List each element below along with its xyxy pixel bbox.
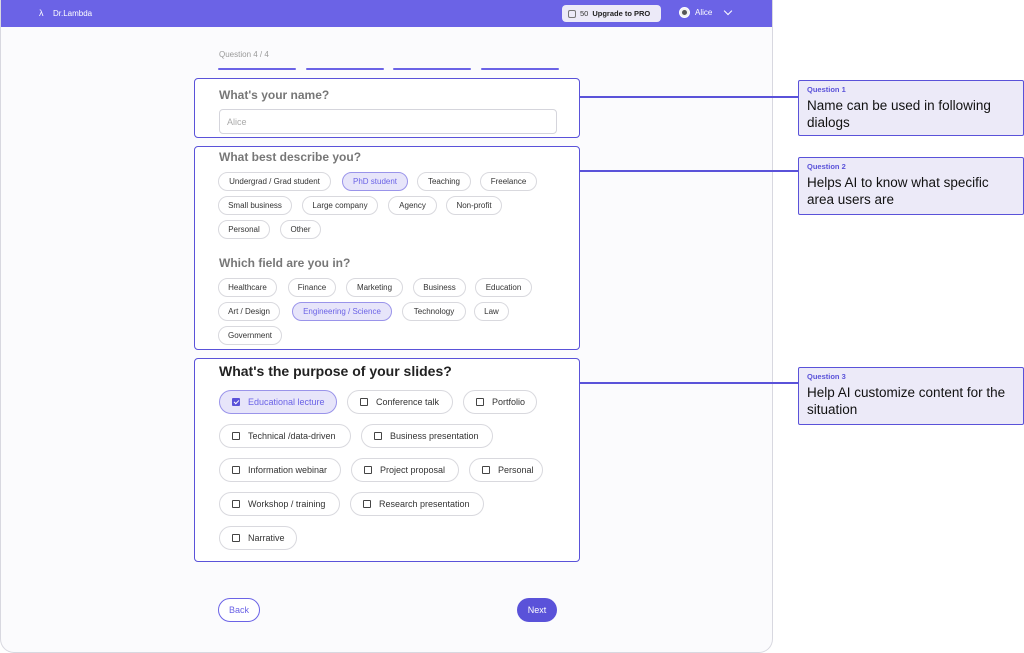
option-label: Information webinar bbox=[248, 465, 328, 475]
app-window: λ Dr.Lambda 50 Upgrade to PRO Alice Ques… bbox=[0, 0, 773, 653]
annotation-tag: Question 3 bbox=[807, 372, 846, 381]
connector-line-1 bbox=[580, 96, 798, 98]
chip-undergrad[interactable]: Undergrad / Grad student bbox=[218, 172, 331, 191]
option-label: Workshop / training bbox=[248, 499, 326, 509]
option-narrative[interactable]: Narrative bbox=[219, 526, 297, 550]
chip-personal[interactable]: Personal bbox=[218, 220, 270, 239]
option-conference-talk[interactable]: Conference talk bbox=[347, 390, 453, 414]
profile-question-card: What best describe you? Undergrad / Grad… bbox=[194, 146, 580, 350]
progress-step-1 bbox=[218, 68, 296, 70]
option-research-presentation[interactable]: Research presentation bbox=[350, 492, 484, 516]
credits-icon bbox=[568, 9, 576, 18]
upgrade-button[interactable]: 50 Upgrade to PRO bbox=[562, 5, 661, 22]
option-workshop-training[interactable]: Workshop / training bbox=[219, 492, 340, 516]
chip-finance[interactable]: Finance bbox=[288, 278, 336, 297]
name-input[interactable]: Alice bbox=[219, 109, 557, 134]
top-bar: λ Dr.Lambda 50 Upgrade to PRO Alice bbox=[1, 0, 772, 27]
option-label: Personal bbox=[498, 465, 534, 475]
option-label: Technical /data-driven bbox=[248, 431, 336, 441]
chevron-down-icon bbox=[724, 6, 733, 15]
chip-technology[interactable]: Technology bbox=[402, 302, 466, 321]
next-button[interactable]: Next bbox=[517, 598, 557, 622]
lambda-logo-icon: λ bbox=[39, 8, 44, 18]
option-project-proposal[interactable]: Project proposal bbox=[351, 458, 459, 482]
connector-line-2 bbox=[580, 170, 798, 172]
progress-step-4 bbox=[481, 68, 559, 70]
upgrade-label: Upgrade to PRO bbox=[592, 9, 651, 18]
chip-art-design[interactable]: Art / Design bbox=[218, 302, 280, 321]
checkbox-icon bbox=[482, 466, 490, 474]
annotation-question-3: Question 3 Help AI customize content for… bbox=[798, 367, 1024, 425]
chip-healthcare[interactable]: Healthcare bbox=[218, 278, 277, 297]
option-label: Narrative bbox=[248, 533, 285, 543]
checkbox-checked-icon bbox=[232, 398, 240, 406]
chip-agency[interactable]: Agency bbox=[388, 196, 437, 215]
checkbox-icon bbox=[374, 432, 382, 440]
option-technical[interactable]: Technical /data-driven bbox=[219, 424, 351, 448]
annotation-tag: Question 2 bbox=[807, 162, 846, 171]
option-label: Research presentation bbox=[379, 499, 470, 509]
user-name: Alice bbox=[695, 8, 713, 17]
back-button[interactable]: Back bbox=[218, 598, 260, 622]
checkbox-icon bbox=[232, 500, 240, 508]
checkbox-icon bbox=[232, 466, 240, 474]
annotation-text: Help AI customize content for the situat… bbox=[807, 385, 1006, 417]
annotation-tag: Question 1 bbox=[807, 85, 846, 94]
option-personal[interactable]: Personal bbox=[469, 458, 543, 482]
chip-freelance[interactable]: Freelance bbox=[480, 172, 537, 191]
field-question-title: Which field are you in? bbox=[219, 256, 351, 270]
avatar bbox=[679, 7, 690, 18]
chip-business[interactable]: Business bbox=[413, 278, 466, 297]
annotation-question-2: Question 2 Helps AI to know what specifi… bbox=[798, 157, 1024, 215]
describe-question-title: What best describe you? bbox=[219, 150, 362, 164]
option-information-webinar[interactable]: Information webinar bbox=[219, 458, 341, 482]
chip-phd-student[interactable]: PhD student bbox=[342, 172, 408, 191]
chip-small-business[interactable]: Small business bbox=[218, 196, 292, 215]
progress-step-3 bbox=[393, 68, 471, 70]
checkbox-icon bbox=[232, 534, 240, 542]
purpose-question-card: What's the purpose of your slides? Educa… bbox=[194, 358, 580, 562]
option-business-presentation[interactable]: Business presentation bbox=[361, 424, 493, 448]
name-question-title: What's your name? bbox=[219, 88, 330, 102]
checkbox-icon bbox=[232, 432, 240, 440]
option-label: Educational lecture bbox=[248, 397, 325, 407]
name-question-card: What's your name? Alice bbox=[194, 78, 580, 138]
chip-marketing[interactable]: Marketing bbox=[346, 278, 403, 297]
chip-teaching[interactable]: Teaching bbox=[417, 172, 471, 191]
chip-law[interactable]: Law bbox=[474, 302, 509, 321]
option-label: Business presentation bbox=[390, 431, 479, 441]
option-portfolio[interactable]: Portfolio bbox=[463, 390, 537, 414]
checkbox-icon bbox=[363, 500, 371, 508]
option-label: Portfolio bbox=[492, 397, 526, 407]
connector-line-3 bbox=[580, 382, 798, 384]
logo-text: Dr.Lambda bbox=[53, 8, 93, 18]
annotation-text: Name can be used in following dialogs bbox=[807, 98, 991, 130]
chip-government[interactable]: Government bbox=[218, 326, 282, 345]
option-educational-lecture[interactable]: Educational lecture bbox=[219, 390, 337, 414]
logo[interactable]: λ Dr.Lambda bbox=[39, 8, 92, 18]
user-menu[interactable]: Alice bbox=[679, 6, 733, 18]
checkbox-icon bbox=[360, 398, 368, 406]
option-label: Conference talk bbox=[376, 397, 440, 407]
chip-engineering-science[interactable]: Engineering / Science bbox=[292, 302, 392, 321]
checkbox-icon bbox=[364, 466, 372, 474]
chip-other[interactable]: Other bbox=[280, 220, 321, 239]
progress-step-2 bbox=[306, 68, 384, 70]
annotation-text: Helps AI to know what specific area user… bbox=[807, 175, 989, 207]
checkbox-icon bbox=[476, 398, 484, 406]
annotation-question-1: Question 1 Name can be used in following… bbox=[798, 80, 1024, 136]
chip-education[interactable]: Education bbox=[475, 278, 532, 297]
question-counter: Question 4 / 4 bbox=[219, 50, 269, 59]
chip-non-profit[interactable]: Non-profit bbox=[446, 196, 502, 215]
option-label: Project proposal bbox=[380, 465, 446, 475]
purpose-question-title: What's the purpose of your slides? bbox=[219, 363, 452, 379]
chip-large-company[interactable]: Large company bbox=[302, 196, 378, 215]
credits-count: 50 bbox=[580, 9, 589, 18]
